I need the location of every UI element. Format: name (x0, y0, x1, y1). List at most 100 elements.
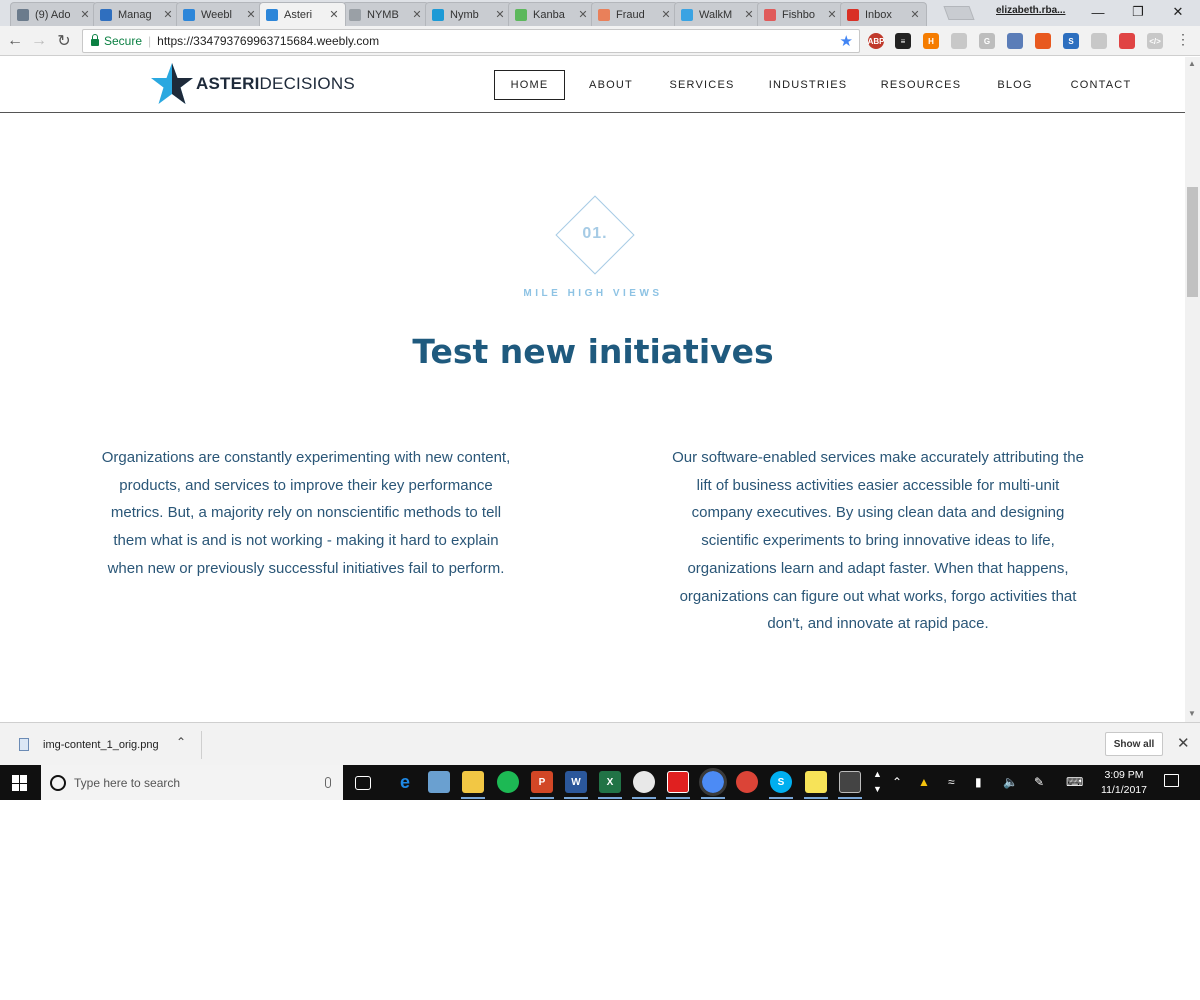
download-filename[interactable]: img-content_1_orig.png (43, 739, 159, 751)
browser-tab[interactable]: Fishbo ✕ (757, 2, 844, 26)
volume-muted-icon[interactable]: 🔈 (1003, 775, 1018, 789)
file-explorer-icon[interactable] (462, 771, 484, 793)
browser-tab[interactable]: Kanba ✕ (508, 2, 595, 26)
browser-tab[interactable]: Manag ✕ (93, 2, 180, 26)
nav-blog[interactable]: BLOG (985, 70, 1045, 100)
tab-label: Weebl (201, 8, 232, 21)
tab-close-icon[interactable]: ✕ (742, 8, 756, 21)
chrome-menu-icon[interactable]: ⋮ (1176, 31, 1190, 48)
skype-extension-icon[interactable]: S (1063, 33, 1079, 49)
nav-contact[interactable]: CONTACT (1060, 70, 1142, 100)
reload-icon[interactable]: ↻ (54, 30, 74, 52)
windows-taskbar: Type here to search e P W X S ▲ ▼ ⌃ ▲ ≈ ▮… (0, 765, 1200, 800)
browser-tab[interactable]: Fraud ✕ (591, 2, 678, 26)
microphone-icon[interactable] (325, 777, 331, 788)
notes-app-icon[interactable] (428, 771, 450, 793)
powerpoint-icon[interactable]: P (531, 771, 553, 793)
skype-icon[interactable]: S (770, 771, 792, 793)
tab-close-icon[interactable]: ✕ (244, 8, 258, 21)
new-tab-button[interactable] (943, 6, 975, 20)
windows-start-icon[interactable] (12, 775, 28, 791)
tab-close-icon[interactable]: ✕ (493, 8, 507, 21)
nav-about[interactable]: ABOUT (575, 70, 647, 100)
tab-close-icon[interactable]: ✕ (327, 8, 341, 21)
pdf-extension-icon[interactable] (951, 33, 967, 49)
browser-tab[interactable]: (9) Ado ✕ (10, 2, 97, 26)
nav-industries[interactable]: INDUSTRIES (760, 70, 856, 100)
restore-button[interactable]: ❐ (1118, 0, 1158, 24)
browser-tab[interactable]: Nymb ✕ (425, 2, 512, 26)
excel-icon[interactable]: X (599, 771, 621, 793)
chrome-active-icon[interactable] (699, 768, 727, 796)
nav-resources[interactable]: RESOURCES (872, 70, 970, 100)
close-window-button[interactable]: ✕ (1158, 0, 1198, 24)
word-icon[interactable]: W (565, 771, 587, 793)
code-extension-icon[interactable]: </> (1147, 33, 1163, 49)
profile-name[interactable]: elizabeth.rba... (996, 5, 1065, 16)
action-center-icon[interactable] (1164, 774, 1179, 787)
task-view-icon[interactable] (355, 776, 371, 790)
translate-extension-icon[interactable] (1091, 33, 1107, 49)
tab-close-icon[interactable]: ✕ (78, 8, 92, 21)
tab-label: Manag (118, 8, 152, 21)
nav-services[interactable]: SERVICES (660, 70, 744, 100)
walkme-icon (681, 8, 693, 21)
tab-close-icon[interactable]: ✕ (576, 8, 590, 21)
contact-app-icon[interactable] (633, 771, 655, 793)
bookmark-star-icon[interactable]: ★ (840, 32, 853, 50)
taskbar-search[interactable]: Type here to search (41, 765, 343, 800)
tab-close-icon[interactable]: ✕ (908, 8, 922, 21)
bird-extension-icon[interactable] (1035, 33, 1051, 49)
red-extension-icon[interactable] (1119, 33, 1135, 49)
address-bar[interactable]: Secure | https://334793769963715684.weeb… (82, 29, 860, 53)
acrobat-icon[interactable] (667, 771, 689, 793)
site-logo[interactable]: ASTERIDECISIONS (150, 61, 355, 107)
google-drive-icon[interactable]: ▲ (918, 775, 930, 789)
forward-icon[interactable]: → (29, 30, 49, 52)
show-all-button[interactable]: Show all (1105, 732, 1163, 756)
tab-close-icon[interactable]: ✕ (410, 8, 424, 21)
running-indicator (461, 797, 485, 799)
battery-icon[interactable]: ▮ (975, 775, 982, 789)
browser-tab[interactable]: Asteri ✕ (259, 2, 346, 26)
sun-gear-icon (100, 8, 112, 21)
adblock-extension-icon[interactable]: ABP (868, 33, 884, 49)
close-icon[interactable]: ✕ (1177, 734, 1190, 752)
scroll-up-icon[interactable]: ▲ (1188, 59, 1196, 68)
browser-tab[interactable]: NYMB ✕ (342, 2, 429, 26)
chevron-up-icon[interactable]: ⌃ (176, 735, 186, 749)
star-logo-icon (151, 63, 193, 104)
clock-time: 3:09 PM (1104, 769, 1144, 781)
keyboard-icon[interactable]: ⌨ (1066, 775, 1083, 789)
pen-icon[interactable]: ✎ (1034, 775, 1044, 789)
running-indicator (564, 797, 588, 799)
edge-icon[interactable]: e (394, 771, 416, 793)
nav-home[interactable]: HOME (494, 70, 565, 100)
tab-close-icon[interactable]: ✕ (161, 8, 175, 21)
browser-tab[interactable]: WalkM ✕ (674, 2, 761, 26)
running-indicator (769, 797, 793, 799)
scroll-thumb[interactable] (1187, 187, 1198, 297)
browser-tab[interactable]: Inbox ✕ (840, 2, 927, 26)
back-icon[interactable]: ← (5, 30, 25, 52)
hubspot-extension-icon[interactable]: H (923, 33, 939, 49)
browser-tab[interactable]: Weebl ✕ (176, 2, 263, 26)
feed-extension-icon[interactable] (1007, 33, 1023, 49)
tab-close-icon[interactable]: ✕ (659, 8, 673, 21)
calculator-icon[interactable] (839, 771, 861, 793)
sticky-notes-icon[interactable] (805, 771, 827, 793)
wifi-icon[interactable]: ≈ (948, 775, 955, 789)
buffer-extension-icon[interactable]: ≡ (895, 33, 911, 49)
tab-close-icon[interactable]: ✕ (825, 8, 839, 21)
url-text[interactable]: https://334793769963715684.weebly.com (157, 34, 379, 48)
minimize-button[interactable]: — (1078, 0, 1118, 24)
spotify-icon[interactable] (497, 771, 519, 793)
show-hidden-icons-icon[interactable]: ⌃ (892, 775, 902, 789)
taskbar-scroll-arrows-icon[interactable]: ▲ ▼ (873, 767, 882, 797)
page-scrollbar[interactable]: ▲ ▼ (1185, 57, 1200, 722)
chrome-icon[interactable] (736, 771, 758, 793)
grammar-extension-icon[interactable]: G (979, 33, 995, 49)
system-clock[interactable]: 3:09 PM 11/1/2017 (1094, 768, 1154, 798)
search-placeholder: Type here to search (74, 775, 181, 790)
scroll-down-icon[interactable]: ▼ (1188, 709, 1196, 718)
